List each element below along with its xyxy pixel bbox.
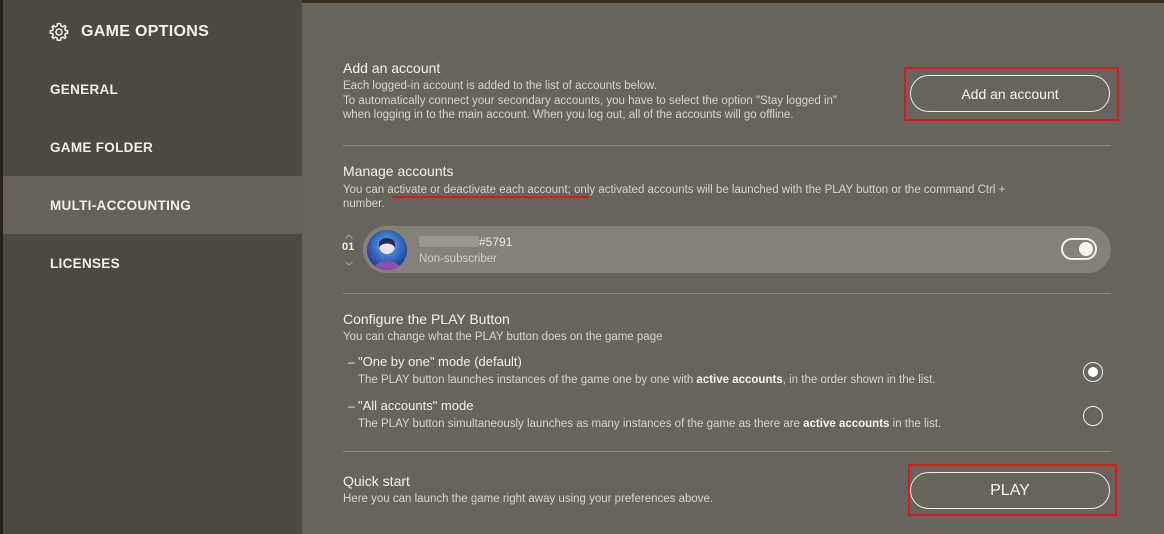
account-name-redacted: [419, 236, 479, 247]
sidebar-item-label: GAME FOLDER: [50, 139, 154, 155]
quick-start-desc: Here you can launch the game right away …: [343, 493, 714, 505]
chevron-up-icon[interactable]: [345, 234, 353, 239]
account-active-toggle[interactable]: [1061, 238, 1097, 260]
mode-bullet: –: [348, 399, 355, 413]
add-account-section: Add an account Each logged-in account is…: [343, 60, 837, 122]
sidebar: GAME OPTIONS GENERAL GAME FOLDER MULTI-A…: [3, 0, 302, 534]
add-account-desc-1: Each logged-in account is added to the l…: [343, 80, 657, 92]
add-account-button[interactable]: Add an account: [910, 75, 1110, 112]
radio-dot: [1087, 366, 1098, 377]
mode-all-accounts-desc: The PLAY button simultaneously launches …: [358, 418, 941, 430]
add-account-desc-3: when logging in to the main account. Whe…: [343, 109, 794, 121]
divider: [343, 293, 1111, 294]
mode-desc-post: in the list.: [889, 418, 942, 430]
avatar: [367, 230, 407, 270]
gear-icon: [49, 22, 69, 42]
sidebar-item-label: GENERAL: [50, 81, 119, 97]
chevron-down-icon[interactable]: [345, 261, 353, 266]
play-config-desc: You can change what the PLAY button does…: [343, 331, 663, 343]
quick-start-title: Quick start: [343, 473, 410, 489]
mode-desc-bold: active accounts: [803, 418, 890, 430]
sidebar-item-label: MULTI-ACCOUNTING: [50, 197, 192, 213]
highlight-underline: [392, 196, 588, 198]
account-tag: #5791: [479, 235, 513, 249]
mode-one-by-one-desc: The PLAY button launches instances of th…: [358, 374, 936, 386]
manage-accounts-desc: You can activate or deactivate each acco…: [343, 183, 1005, 197]
manage-desc-highlight: activate or deactivate each account: [387, 184, 568, 196]
manage-accounts-desc-2: number.: [343, 198, 385, 210]
play-button[interactable]: PLAY: [910, 472, 1110, 509]
sidebar-title: GAME OPTIONS: [81, 23, 210, 40]
sidebar-item-licenses[interactable]: LICENSES: [3, 234, 302, 292]
radio-one-by-one[interactable]: [1083, 362, 1103, 382]
radio-all-accounts[interactable]: [1083, 406, 1103, 426]
mode-bullet: –: [348, 355, 355, 369]
account-number: 01: [342, 241, 355, 253]
mode-desc-pre: The PLAY button simultaneously launches …: [358, 418, 804, 430]
mode-desc-pre: The PLAY button launches instances of th…: [358, 374, 697, 386]
sidebar-item-game-folder[interactable]: GAME FOLDER: [3, 118, 302, 176]
sidebar-item-label: LICENSES: [50, 255, 120, 271]
sidebar-item-general[interactable]: GENERAL: [3, 60, 302, 118]
toggle-knob: [1079, 242, 1093, 256]
manage-accounts-title: Manage accounts: [343, 163, 454, 179]
account-row[interactable]: #5791 Non-subscriber: [363, 226, 1111, 273]
play-config-title: Configure the PLAY Button: [343, 311, 510, 327]
divider: [343, 451, 1111, 452]
mode-desc-bold: active accounts: [696, 374, 783, 386]
quick-start-section: Quick start Here you can launch the game…: [343, 473, 713, 506]
play-config-section: Configure the PLAY Button You can change…: [343, 311, 662, 344]
manage-desc-part2: ; only activated accounts will be launch…: [567, 184, 1006, 196]
add-account-desc-2: To automatically connect your secondary …: [343, 95, 838, 107]
mode-all-accounts-title: "All accounts" mode: [358, 398, 474, 413]
divider: [343, 145, 1111, 146]
main-panel: Add an account Each logged-in account is…: [302, 3, 1164, 534]
manage-accounts-section: Manage accounts You can activate or deac…: [343, 163, 1005, 211]
sidebar-header: GAME OPTIONS: [49, 21, 209, 43]
add-account-title: Add an account: [343, 60, 441, 76]
mode-desc-post: , in the order shown in the list.: [782, 374, 936, 386]
sidebar-item-multi-accounting[interactable]: MULTI-ACCOUNTING: [3, 176, 302, 234]
account-status: Non-subscriber: [419, 253, 497, 265]
mode-one-by-one-title: "One by one" mode (default): [358, 354, 522, 369]
manage-desc-part1: You can: [343, 184, 388, 196]
